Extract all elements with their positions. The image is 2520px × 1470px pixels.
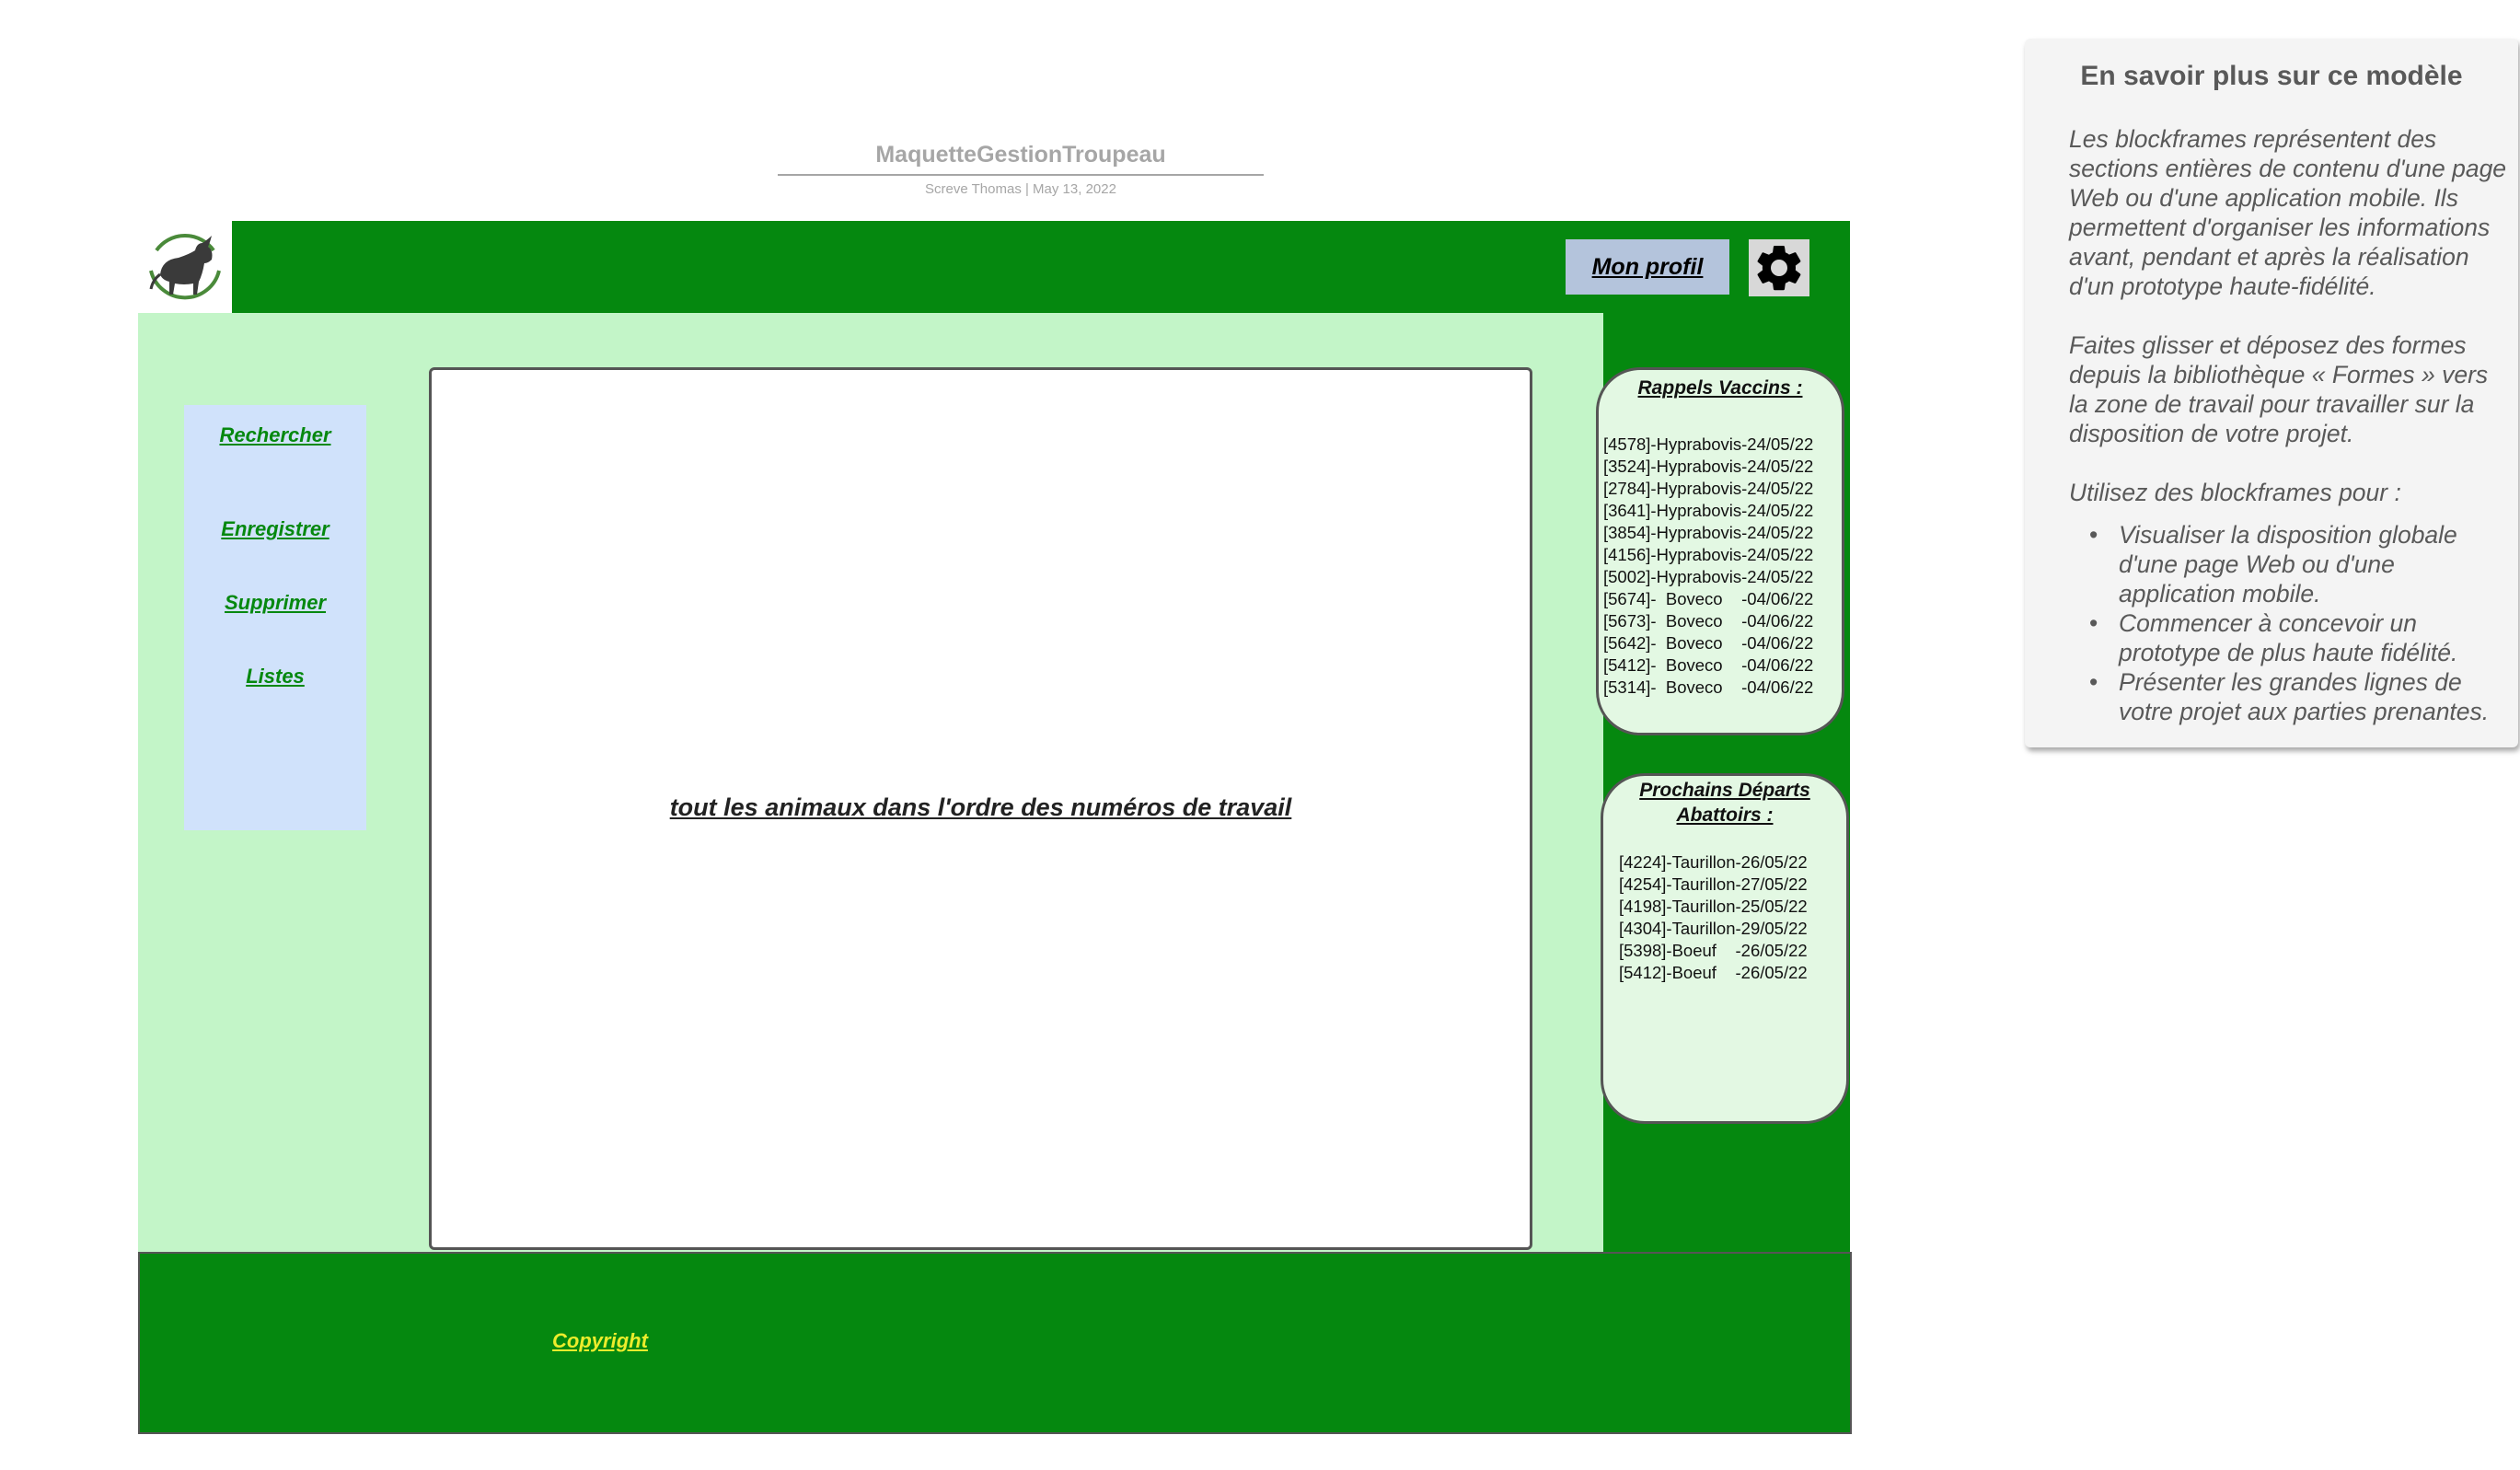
vaccine-reminder-item: [5674]- Boveco -04/06/22 [1603, 589, 1814, 608]
info-paragraph-3: Utilisez des blockframes pour : [2069, 479, 2401, 506]
departure-item: [4224]-Taurillon-26/05/22 [1619, 852, 1808, 872]
vaccine-reminders-list: [4578]-Hyprabovis-24/05/22 [3524]-Hyprabo… [1603, 434, 1813, 699]
departure-item: [5398]-Boeuf -26/05/22 [1619, 941, 1808, 960]
info-panel-title: En savoir plus sur ce modèle [2080, 61, 2463, 91]
departure-item: [4198]-Taurillon-25/05/22 [1619, 897, 1808, 916]
gear-icon [1757, 245, 1801, 291]
vaccine-reminder-item: [5673]- Boveco -04/06/22 [1603, 611, 1814, 631]
sidebar-item-supprimer[interactable]: Supprimer [184, 591, 366, 615]
vaccine-reminder-item: [3854]-Hyprabovis-24/05/22 [1603, 523, 1814, 542]
document-title: MaquetteGestionTroupeau [875, 142, 1166, 168]
content-text[interactable]: tout les animaux dans l'ordre des numéro… [432, 793, 1530, 822]
sidebar-item-enregistrer[interactable]: Enregistrer [184, 517, 366, 541]
content-panel: tout les animaux dans l'ordre des numéro… [429, 367, 1532, 1250]
vaccine-reminder-item: [5642]- Boveco -04/06/22 [1603, 633, 1814, 653]
departures-title: Prochains Départs Abattoirs : [1603, 778, 1846, 828]
departure-item: [4254]-Taurillon-27/05/22 [1619, 874, 1808, 894]
vaccine-reminder-item: [4156]-Hyprabovis-24/05/22 [1603, 545, 1814, 564]
document-meta: Screve Thomas | May 13, 2022 [925, 181, 1116, 197]
info-panel: En savoir plus sur ce modèle Les blockfr… [2025, 39, 2518, 747]
sidebar: Rechercher Enregistrer Supprimer Listes [184, 405, 366, 830]
copyright-link[interactable]: Copyright [140, 1329, 1852, 1353]
vaccine-reminder-item: [3524]-Hyprabovis-24/05/22 [1603, 457, 1814, 476]
logo[interactable] [138, 221, 232, 313]
sidebar-item-listes[interactable]: Listes [184, 665, 366, 689]
title-divider [778, 174, 1264, 176]
bull-logo-icon [149, 234, 221, 300]
slaughter-departures-card: Prochains Départs Abattoirs : [4224]-Tau… [1601, 773, 1849, 1124]
info-bullet: Visualiser la disposition globale d'une … [2069, 520, 2507, 608]
vaccine-reminder-item: [5314]- Boveco -04/06/22 [1603, 677, 1814, 697]
footer: Copyright [138, 1252, 1852, 1434]
vaccine-reminders-title: Rappels Vaccins : [1637, 377, 1803, 399]
info-bullet: Commencer à concevoir un prototype de pl… [2069, 608, 2507, 667]
departure-item: [4304]-Taurillon-29/05/22 [1619, 919, 1808, 938]
info-paragraph-1: Les blockframes représentent des section… [2069, 125, 2507, 300]
info-bullet-list: Visualiser la disposition globale d'une … [2069, 520, 2507, 726]
departures-title-line2: Abattoirs : [1676, 804, 1774, 826]
info-bullet: Présenter les grandes lignes de votre pr… [2069, 667, 2507, 726]
vaccine-reminder-item: [2784]-Hyprabovis-24/05/22 [1603, 479, 1814, 498]
departure-item: [5412]-Boeuf -26/05/22 [1619, 963, 1808, 982]
info-paragraph-2: Faites glisser et déposez des formes dep… [2069, 331, 2489, 447]
vaccine-reminders-card: Rappels Vaccins : [4578]-Hyprabovis-24/0… [1596, 367, 1844, 735]
departures-list: [4224]-Taurillon-26/05/22 [4254]-Taurillo… [1619, 851, 1808, 984]
settings-button[interactable] [1749, 239, 1809, 296]
departures-title-line1: Prochains Départs [1639, 780, 1810, 801]
vaccine-reminder-item: [4578]-Hyprabovis-24/05/22 [1603, 434, 1814, 454]
profile-button[interactable]: Mon profil [1566, 239, 1729, 295]
vaccine-reminder-item: [3641]-Hyprabovis-24/05/22 [1603, 501, 1814, 520]
vaccine-reminder-item: [5002]-Hyprabovis-24/05/22 [1603, 567, 1814, 586]
vaccine-reminder-item: [5412]- Boveco -04/06/22 [1603, 655, 1814, 675]
sidebar-item-rechercher[interactable]: Rechercher [184, 423, 366, 447]
